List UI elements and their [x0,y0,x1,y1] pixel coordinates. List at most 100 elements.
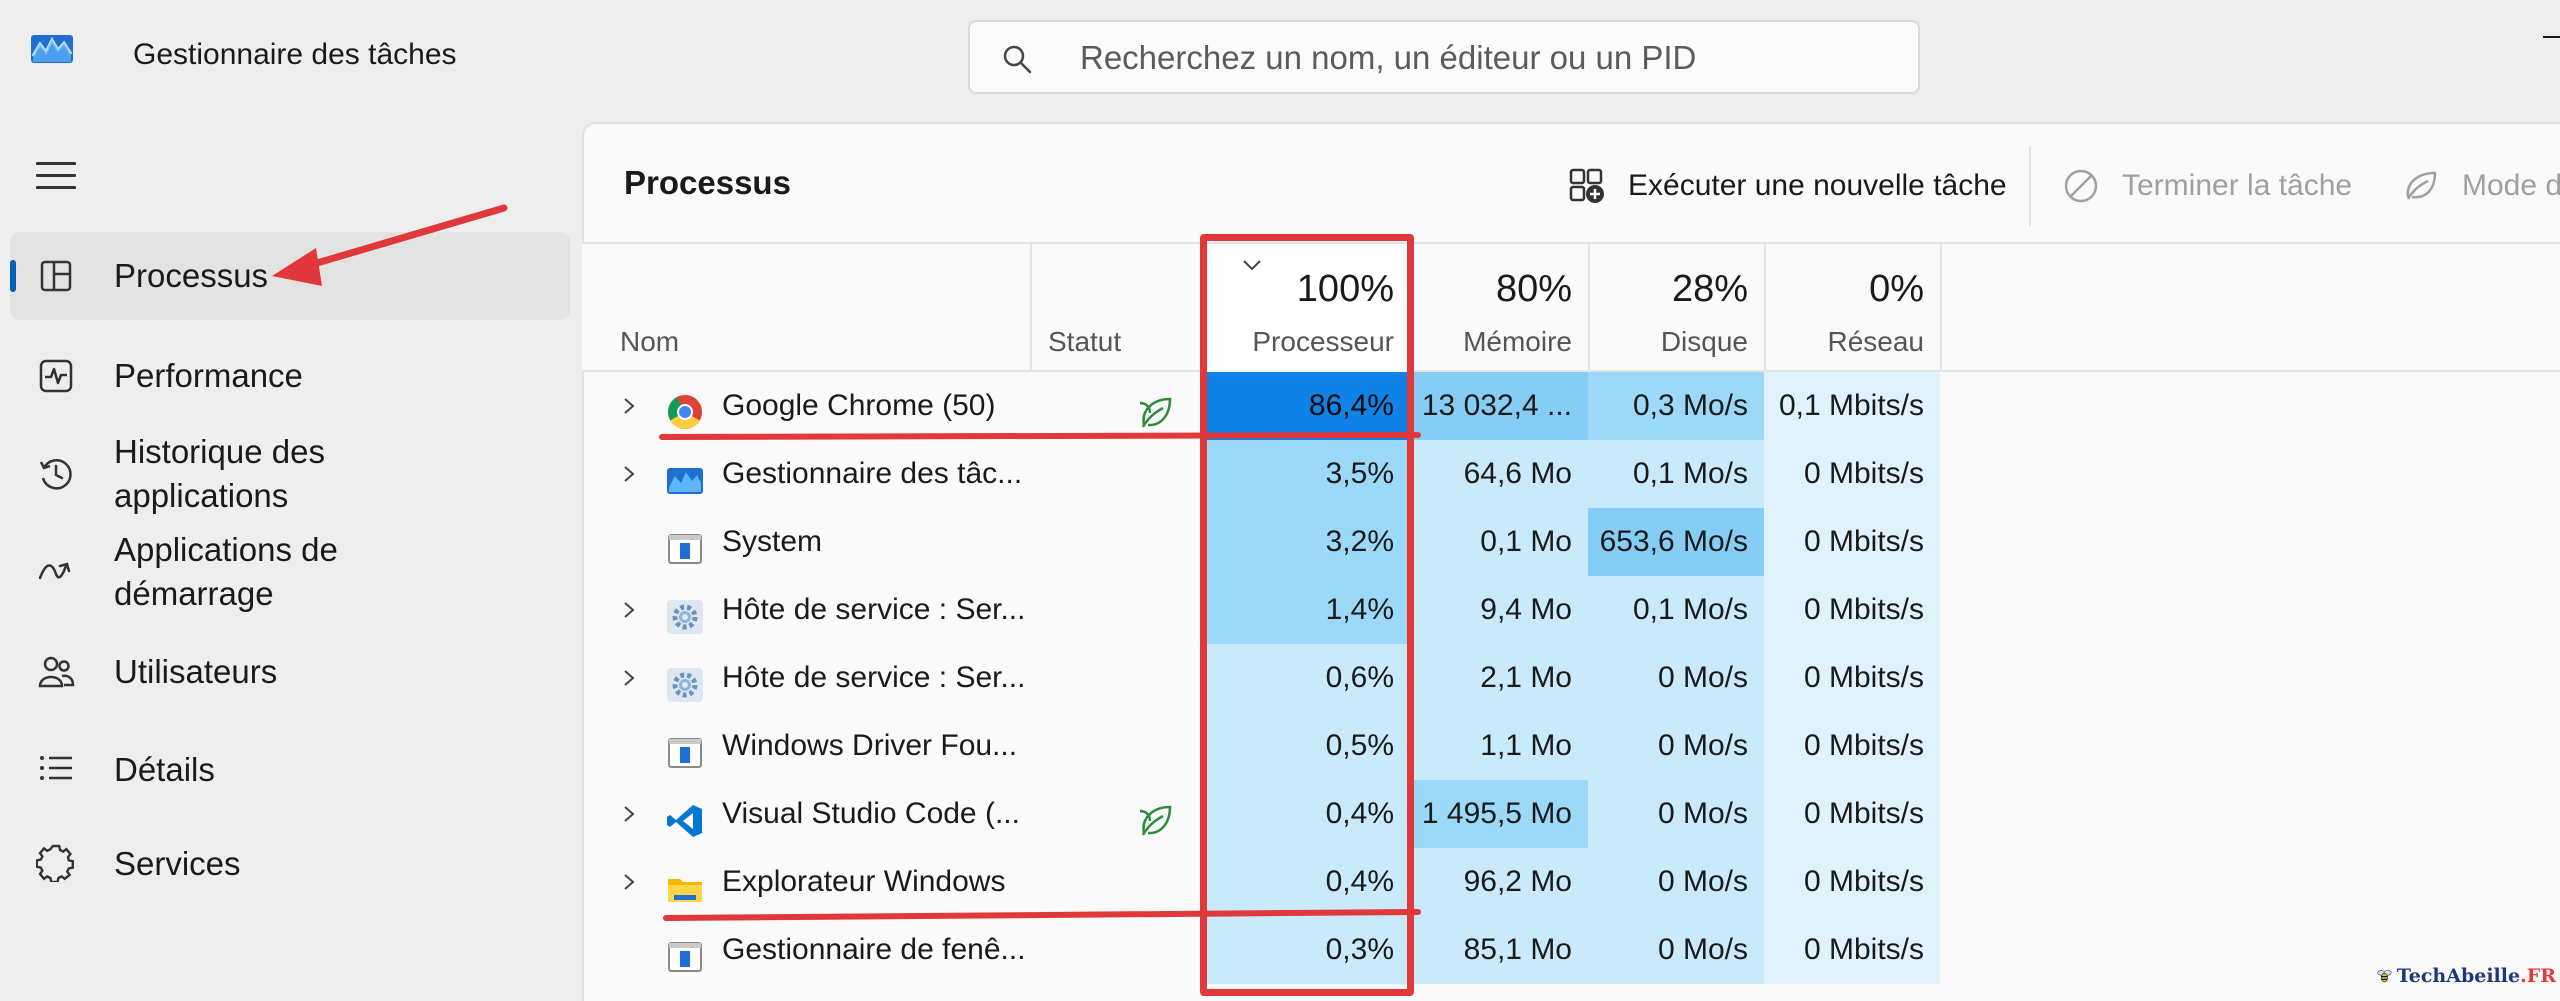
annotation-highlight-box [1200,234,1414,996]
memory-cell: 64,6 Mo [1410,440,1588,508]
users-icon [38,656,75,688]
process-name-cell: Hôte de service : Ser... [582,576,1030,644]
sidebar-item-users[interactable]: Utilisateurs [10,622,570,720]
table-row[interactable]: Hôte de service : Ser... 1,4% 9,4 Mo 0,1… [582,576,2560,644]
sidebar-nav: Processus Performance Historique des app… [10,232,570,912]
column-percentage: 80% [1495,268,1572,310]
process-name-cell: Explorateur Windows [582,848,1030,916]
table-row[interactable]: System 3,2% 0,1 Mo 653,6 Mo/s 0 Mbits/s [582,508,2560,576]
network-cell: 0 Mbits/s [1764,848,1940,916]
column-header-status[interactable]: Statut [1032,244,1202,372]
sidebar-item-label: Processus [114,257,269,294]
search-input[interactable] [1080,34,1900,82]
window-icon [666,728,704,768]
disk-cell: 653,6 Mo/s [1588,508,1764,576]
sidebar-item-label: Historique des applications [114,433,325,514]
status-cell [1030,372,1202,440]
task-manager-icon [666,456,704,494]
disk-cell: 0,1 Mo/s [1588,576,1764,644]
table-header: Nom Statut 100% Processeur 80% Mémoire 2… [582,242,2560,372]
bee-logo-icon [2377,970,2392,983]
sidebar-item-label: Services [114,845,241,882]
sidebar-item-performance[interactable]: Performance [10,328,570,424]
column-label: Mémoire [1463,326,1572,357]
watermark: TechAbeille.FR [2376,956,2556,996]
chevron-right-icon[interactable] [622,465,636,483]
status-cell [1030,848,1202,916]
memory-cell: 85,1 Mo [1410,916,1588,984]
column-header-memory[interactable]: 80% Mémoire [1412,244,1588,372]
sidebar-item-history[interactable]: Historique des applications [10,424,570,524]
memory-cell: 13 032,4 ... [1410,372,1588,440]
services-icon [36,844,75,882]
column-header-network[interactable]: 0% Réseau [1766,244,1940,372]
column-label: Réseau [1827,326,1924,357]
disk-cell: 0,3 Mo/s [1588,372,1764,440]
table-row[interactable]: Visual Studio Code (... 0,4% 1 495,5 Mo … [582,780,2560,848]
window-title: Gestionnaire des tâches [133,38,457,71]
status-cell [1030,712,1202,780]
disk-cell: 0 Mo/s [1588,780,1764,848]
status-cell [1030,644,1202,712]
window-icon [666,524,704,564]
block-icon [2064,169,2098,203]
chevron-right-icon[interactable] [622,669,636,687]
disk-cell: 0 Mo/s [1588,644,1764,712]
process-name: System [722,525,823,558]
disk-cell: 0 Mo/s [1588,712,1764,780]
search-box[interactable] [968,20,1920,94]
sidebar-item-processes[interactable]: Processus [10,232,570,320]
sidebar-item-details[interactable]: Détails [10,720,570,816]
network-cell: 0 Mbits/s [1764,916,1940,984]
table-body: Google Chrome (50) 86,4% 13 032,4 ... 0,… [582,372,2560,984]
sidebar-item-label: Performance [114,357,303,394]
gear-icon [666,592,704,634]
column-divider[interactable] [1940,244,1942,372]
window-icon [666,932,704,972]
vscode-icon [666,796,704,837]
network-cell: 0 Mbits/s [1764,712,1940,780]
chevron-right-icon[interactable] [622,805,636,823]
chevron-right-icon[interactable] [622,601,636,619]
efficiency-mode-button[interactable]: Mode d [2402,162,2560,210]
process-name-cell: System [582,508,1030,576]
chrome-icon [666,388,704,429]
hamburger-menu-icon[interactable] [36,162,76,192]
network-cell: 0 Mbits/s [1764,440,1940,508]
sidebar-item-label: Détails [114,751,215,788]
table-row[interactable]: Google Chrome (50) 86,4% 13 032,4 ... 0,… [582,372,2560,440]
process-name: Hôte de service : Ser... [722,661,1026,694]
watermark-suffix: .FR [2520,965,2556,987]
table-row[interactable]: Gestionnaire des tâc... 3,5% 64,6 Mo 0,1… [582,440,2560,508]
title-bar: Gestionnaire des tâches [0,0,2560,118]
column-header-disk[interactable]: 28% Disque [1590,244,1764,372]
process-name: Windows Driver Fou... [722,729,1018,762]
gear-icon [666,660,704,702]
network-cell: 0 Mbits/s [1764,508,1940,576]
chevron-right-icon[interactable] [622,397,636,415]
process-name: Visual Studio Code (... [722,797,1020,830]
process-name: Explorateur Windows [722,865,1006,898]
end-task-button[interactable]: Terminer la tâche [2062,162,2352,210]
column-header-name[interactable]: Nom [582,244,1030,372]
column-label: Nom [620,326,680,357]
sidebar-item-label: Applications de démarrage [114,531,338,612]
table-row[interactable]: Explorateur Windows 0,4% 96,2 Mo 0 Mo/s … [582,848,2560,916]
table-row[interactable]: Gestionnaire de fenê... 0,3% 85,1 Mo 0 M… [582,916,2560,984]
sidebar-item-startup[interactable]: Applications de démarrage [10,524,570,622]
disk-cell: 0 Mo/s [1588,916,1764,984]
chevron-right-icon[interactable] [622,873,636,891]
page-title: Processus [624,164,791,201]
process-name-cell: Hôte de service : Ser... [582,644,1030,712]
memory-cell: 9,4 Mo [1410,576,1588,644]
network-cell: 0,1 Mbits/s [1764,372,1940,440]
toolbar-divider [2029,146,2031,226]
table-row[interactable]: Windows Driver Fou... 0,5% 1,1 Mo 0 Mo/s… [582,712,2560,780]
run-new-task-button[interactable]: Exécuter une nouvelle tâche [1568,162,2007,210]
sidebar-item-services[interactable]: Services [10,816,570,912]
details-icon [40,756,72,780]
minimize-button[interactable] [2535,12,2560,52]
table-row[interactable]: Hôte de service : Ser... 0,6% 2,1 Mo 0 M… [582,644,2560,712]
column-label: Statut [1048,326,1122,357]
process-name-cell: Google Chrome (50) [582,372,1030,440]
